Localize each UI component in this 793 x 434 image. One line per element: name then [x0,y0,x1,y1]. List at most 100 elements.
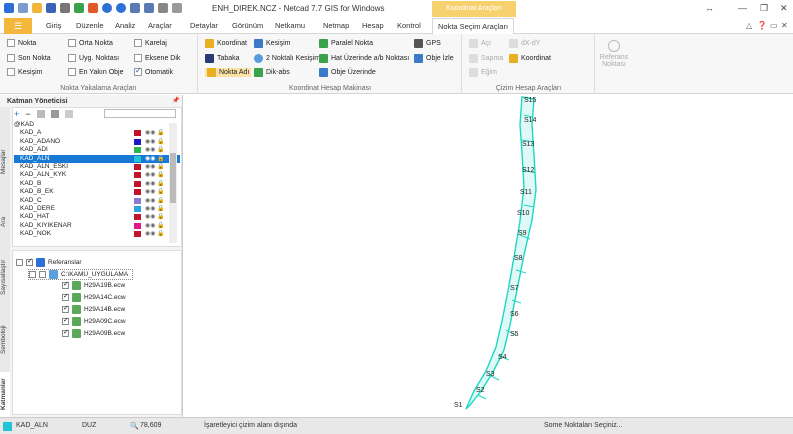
kesisim-button[interactable]: Kesişim [254,39,291,48]
layer-flags[interactable]: ◉◉ 🔒 [145,230,165,238]
vtab-katmanlar[interactable]: Katmanlar [0,372,10,417]
grid-icon[interactable] [130,3,140,13]
snap-kesisim[interactable]: Kesişim [7,68,43,76]
ref-folder[interactable]: C:\KAMU_UYGULAMA [28,269,134,280]
layer-row[interactable]: KAD_KIYIKENAR ◉◉ 🔒 [14,222,180,230]
obje-izle-button[interactable]: Obje İzle [414,54,454,63]
tabaka-button[interactable]: Tabaka [205,54,240,63]
tab-analiz[interactable]: Analiz [115,21,135,30]
status-mode[interactable]: DUZ [82,422,96,429]
layer-flags[interactable]: ◉◉ 🔒 [145,138,165,146]
help-icon[interactable]: ❓ [757,21,767,30]
tab-nokta-secim-araclari[interactable]: Nokta Seçim Araçları [432,18,515,35]
layer-row[interactable]: KAD_B_EK ◉◉ 🔒 [14,188,180,196]
remove-icon[interactable]: − [25,109,30,119]
layer-color-swatch[interactable] [134,138,141,145]
layer-flags[interactable]: ◉◉ 🔒 [145,222,165,230]
layer-color-swatch[interactable] [134,197,141,204]
layer-flags[interactable]: ◉◉ 🔒 [145,180,165,188]
layer-flags[interactable]: ◉◉ 🔒 [145,188,165,196]
obje-uzerinde-button[interactable]: Obje Üzerinde [319,68,376,77]
add-icon[interactable]: + [14,109,19,119]
layer-row[interactable]: KAD_B ◉◉ 🔒 [14,180,180,188]
map-canvas[interactable]: S15 S14 S13 S12 S11 S10 S9 S8 S7 S6 S5 S… [184,95,793,417]
sapma-button[interactable]: Sapma [469,54,503,63]
layer-row[interactable]: KAD_ADI ◉◉ 🔒 [14,146,180,154]
layer-row-selected[interactable]: KAD_ALN ◉◉ 🔒 [14,154,180,163]
pin-icon[interactable]: 📌 [172,97,179,104]
snap-karelaj[interactable]: Karelaj [134,39,167,47]
layer-row[interactable]: KAD_NOK ◉◉ 🔒 [14,230,180,238]
checkbox-checked-icon[interactable] [62,304,69,313]
layer-color-swatch[interactable] [134,231,141,238]
minimize-button[interactable]: — [738,3,747,13]
layer-row[interactable]: KAD_A ◉◉ 🔒 [14,129,180,137]
layer-row[interactable]: KAD_DERE ◉◉ 🔒 [14,205,180,213]
open-folder-icon[interactable] [32,3,42,13]
layer-search-input[interactable] [104,109,176,118]
layer-row[interactable]: KAD_ALN_KYK ◉◉ 🔒 [14,171,180,179]
vtab-semboloji[interactable]: Semboloji [0,317,10,362]
referans-noktasi-button[interactable]: Referans Noktası [596,40,632,68]
layer-flags[interactable]: ◉◉ 🔒 [145,171,165,179]
tab-kontrol[interactable]: Kontrol [397,21,421,30]
koordinat-button[interactable]: Koordinat [205,39,247,48]
gps-button[interactable]: GPS [414,39,441,48]
doc-minimize-icon[interactable]: ▭ [770,21,778,30]
snap-eksene-dik[interactable]: Eksene Dik [134,54,180,62]
ref-file[interactable]: H29A09C.ecw [62,316,126,326]
iki-noktali-kesisim-button[interactable]: 2 Noktalı Kesişim [254,54,320,63]
snap-nokta[interactable]: Nokta [7,39,36,47]
layer-color-swatch[interactable] [134,172,141,179]
window-icon[interactable] [172,3,182,13]
redo-icon[interactable] [116,3,126,13]
ref-file[interactable]: H29A19B.ecw [62,280,125,290]
layer-flags[interactable]: ◉◉ 🔒 [145,205,165,213]
vtab-mesajlar[interactable]: Mesajlar [0,137,10,187]
layer-row[interactable]: KAD_HAT ◉◉ 🔒 [14,213,180,221]
checkbox-checked-icon[interactable] [62,280,69,289]
status-zoom[interactable]: 78,609 [140,422,161,429]
tab-detaylar[interactable]: Detaylar [190,21,218,30]
undo-icon[interactable] [102,3,112,13]
ref-file[interactable]: H29A09B.ecw [62,328,125,338]
tab-giris[interactable]: Giriş [46,21,61,30]
dik-abs-button[interactable]: Dik-abs [254,68,290,77]
layer-row[interactable]: KAD_C ◉◉ 🔒 [14,197,180,205]
layer-color-swatch[interactable] [134,163,141,170]
print-icon[interactable] [60,3,70,13]
ref-root[interactable]: Referanslar [16,257,82,267]
paralel-nokta-button[interactable]: Paralel Nokta [319,39,373,48]
ref-file[interactable]: H29A14C.ecw [62,292,126,302]
status-layer[interactable]: KAD_ALN [16,422,48,429]
tab-netkamu[interactable]: Netkamu [275,21,305,30]
snap-otomatik[interactable]: Otomatik [134,66,173,76]
snap-son-nokta[interactable]: Son Nokta [7,54,51,62]
ref-file[interactable]: H29A14B.ecw [62,304,125,314]
expand-icon[interactable] [29,271,36,278]
save-icon[interactable] [46,3,56,13]
paint-icon[interactable] [88,3,98,13]
layer-row-header[interactable]: @KAD [14,121,180,129]
egim-button[interactable]: Eğim [469,68,497,77]
dx-dy-button[interactable]: dX-dY [509,39,540,48]
snap-orta-nokta[interactable]: Orta Nokta [68,39,113,47]
close-button[interactable]: ✕ [780,3,788,14]
scroll-thumb[interactable] [170,153,176,203]
expand-icon[interactable] [16,259,23,266]
app-icon[interactable] [4,3,14,13]
layer-color-swatch[interactable] [134,205,141,212]
checkbox-checked-icon[interactable] [62,292,69,301]
layer-flags[interactable]: ◉◉ 🔒 [145,163,165,171]
checkbox-checked-icon[interactable] [62,328,69,337]
layer-list-scrollbar[interactable] [169,123,177,243]
maximize-button[interactable]: ❐ [760,3,768,14]
new-file-icon[interactable] [18,3,28,13]
tab-gorunum[interactable]: Görünüm [232,21,263,30]
aci-button[interactable]: Açı [469,39,491,48]
measure-icon[interactable] [158,3,168,13]
layer-flags[interactable]: ◉◉ 🔒 [145,146,165,154]
layer-row[interactable]: KAD_ALN_ESKI ◉◉ 🔒 [14,163,180,171]
layer-color-swatch[interactable] [134,180,141,187]
layer-color-swatch[interactable] [134,130,141,137]
